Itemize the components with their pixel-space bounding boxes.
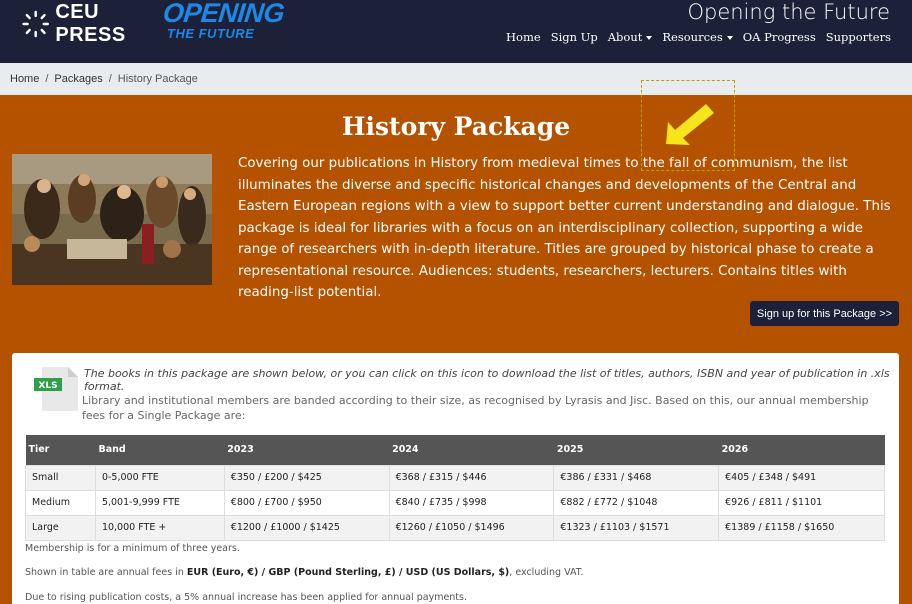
opening-logo-big: OPENING [161, 0, 286, 28]
table-cell: Medium [25, 489, 96, 516]
opening-the-future-logo[interactable]: OPENING THE FUTURE [161, 0, 286, 41]
currency-note: Shown in table are annual fees in EUR (E… [25, 567, 583, 578]
breadcrumb-home[interactable]: Home [10, 73, 39, 85]
nav-about-label: About [607, 30, 643, 44]
chevron-down-icon [646, 36, 653, 40]
table-cell: €405 / £348 / $491 [718, 464, 885, 491]
chevron-down-icon [726, 36, 733, 40]
main-nav: Home Sign Up About Resources OA Progress… [501, 30, 896, 44]
site-header: CEU PRESS OPENING THE FUTURE Opening the… [0, 0, 912, 63]
pointer-arrow-icon [666, 104, 714, 145]
logo-text: CEU PRESS [55, 1, 126, 46]
xls-download-icon[interactable]: XLS [34, 367, 78, 411]
currency-note-currencies: EUR (Euro, €) / GBP (Pound Sterling, £) … [186, 567, 510, 578]
package-description: Covering our publications in History fro… [238, 156, 891, 300]
table-header-row: Tier Band 2023 2024 2025 2026 [25, 435, 885, 465]
breadcrumb-separator: / [108, 73, 112, 85]
breadcrumb-separator: / [45, 73, 49, 85]
table-row: Medium 5,001-9,999 FTE €800 / £700 / $95… [25, 489, 885, 516]
currency-note-suffix: , excluding VAT. [509, 567, 584, 578]
table-cell: €926 / £811 / $1101 [718, 489, 885, 516]
ceu-press-logo[interactable]: CEU PRESS [22, 1, 152, 46]
burst-icon [22, 10, 49, 38]
download-intro: The books in this package are shown belo… [84, 367, 890, 393]
table-cell: 5,001-9,999 FTE [94, 489, 225, 516]
table-cell: €386 / £331 / $468 [553, 464, 720, 491]
column-header: Band [95, 435, 225, 465]
nav-resources-label: Resources [662, 30, 723, 44]
xls-label: XLS [38, 381, 57, 391]
membership-intro: Library and institutional members are ba… [82, 394, 869, 422]
nav-about[interactable]: About [603, 30, 658, 44]
nav-oa-progress[interactable]: OA Progress [738, 30, 821, 44]
table-cell: €1200 / £1000 / $1425 [223, 514, 390, 541]
table-cell: Small [25, 464, 96, 491]
table-cell: €1389 / £1158 / $1650 [718, 514, 885, 541]
table-row: Large 10,000 FTE + €1200 / £1000 / $1425… [25, 514, 885, 541]
page-title: History Package [341, 112, 571, 141]
table-cell: €1260 / £1050 / $1496 [388, 514, 555, 541]
column-header: 2023 [224, 435, 390, 465]
table-row: Small 0-5,000 FTE €350 / £200 / $425 €36… [25, 464, 885, 491]
table-cell: 10,000 FTE + [94, 514, 225, 541]
table-cell: Large [25, 514, 96, 541]
table-cell: €882 / £772 / $1048 [553, 489, 720, 516]
table-cell: €350 / £200 / $425 [223, 464, 390, 491]
tagline: Opening the Future [687, 0, 890, 24]
column-header: 2025 [553, 435, 719, 465]
breadcrumb-current: History Package [117, 73, 198, 85]
column-header: Tier [25, 435, 96, 465]
nav-sign-up[interactable]: Sign Up [546, 30, 603, 44]
column-header: 2024 [389, 435, 554, 465]
nav-home[interactable]: Home [501, 30, 546, 44]
table-cell: €800 / £700 / $950 [223, 489, 390, 516]
increase-note: Due to rising publication costs, a 5% an… [25, 592, 468, 603]
currency-note-prefix: Shown in table are annual fees in [25, 567, 187, 578]
opening-logo-small: THE FUTURE [167, 26, 255, 41]
minimum-term-note: Membership is for a minimum of three yea… [25, 543, 240, 554]
nav-resources[interactable]: Resources [657, 30, 737, 44]
nav-supporters[interactable]: Supporters [821, 30, 896, 44]
breadcrumb-packages[interactable]: Packages [54, 73, 102, 85]
column-header: 2026 [718, 435, 885, 465]
table-cell: €368 / £315 / $446 [388, 464, 555, 491]
breadcrumb: Home / Packages / History Package [0, 63, 912, 95]
table-cell: €840 / £735 / $998 [388, 489, 555, 516]
fees-table: Tier Band 2023 2024 2025 2026 Small 0-5,… [25, 435, 885, 541]
table-cell: €1323 / £1103 / $1571 [553, 514, 720, 541]
signup-package-button[interactable]: Sign up for this Package >> [750, 301, 899, 326]
table-cell: 0-5,000 FTE [94, 464, 225, 491]
package-painting-image [12, 154, 212, 285]
package-details-panel: XLS The books in this package are shown … [12, 353, 899, 604]
